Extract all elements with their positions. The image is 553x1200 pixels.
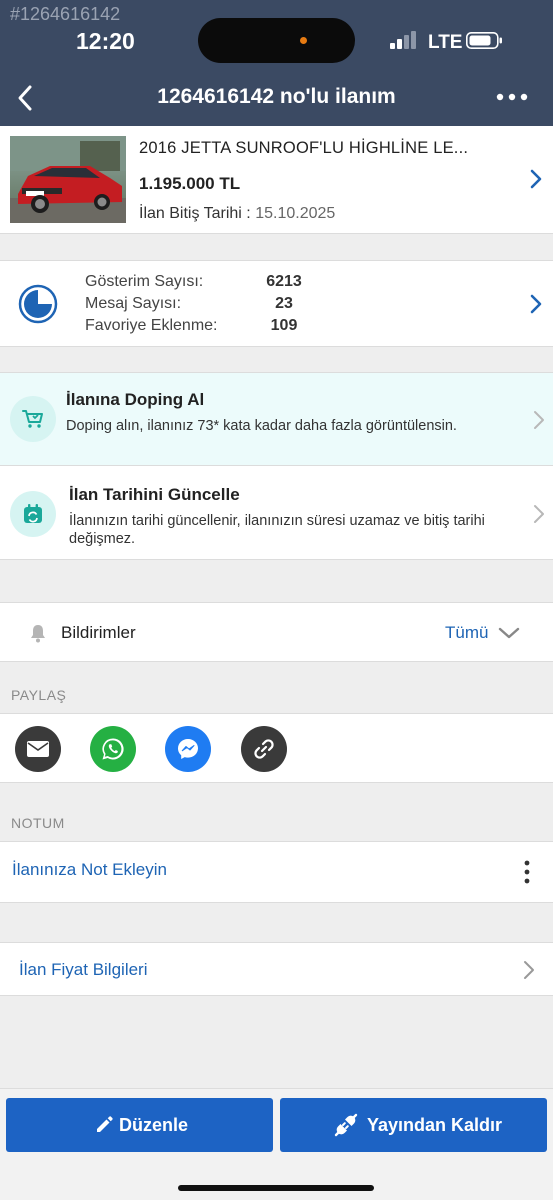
share-section-label: PAYLAŞ [11, 687, 67, 703]
unpublish-button-label: Yayından Kaldır [367, 1115, 503, 1135]
note-section-label: NOTUM [11, 815, 65, 831]
mail-icon [27, 741, 49, 757]
link-icon [254, 739, 274, 759]
share-messenger-button[interactable] [165, 726, 211, 772]
indicator-dot [300, 37, 307, 44]
edit-button-label: Düzenle [119, 1115, 189, 1135]
bottom-action-bar: Düzenle Yayından Kaldır [0, 1088, 553, 1200]
stat-label-messages: Mesaj Sayısı: [85, 295, 182, 312]
notifications-filter-value[interactable]: Tümü [445, 623, 488, 643]
chevron-right-icon[interactable] [532, 503, 546, 525]
shopping-cart-icon [22, 410, 43, 428]
bell-icon [31, 625, 45, 643]
end-date-value: 15.10.2025 [255, 205, 336, 222]
share-row [0, 713, 553, 783]
unplug-icon [334, 1113, 358, 1137]
listing-photo [10, 136, 126, 223]
listing-end-date: İlan Bitiş Tarihi : 15.10.2025 [139, 205, 335, 223]
stat-value-views: 6213 [266, 273, 302, 290]
listing-id-watermark: #1264616142 [10, 4, 121, 24]
price-info-row[interactable]: İlan Fiyat Bilgileri [0, 942, 553, 996]
listing-title: 2016 JETTA SUNROOF'LU HİGHLİNE LE... [139, 139, 469, 157]
listing-price: 1.195.000 TL [139, 174, 241, 193]
edit-button[interactable]: Düzenle [6, 1098, 273, 1152]
app-header: #1264616142 12:20 LTE 1264616142 no'lu i… [0, 0, 553, 126]
battery-icon [466, 32, 502, 49]
update-date-card[interactable]: İlan Tarihini Güncelle İlanınızın tarihi… [0, 465, 553, 560]
doping-description: Doping alın, ilanınız 73* kata kadar dah… [66, 418, 457, 434]
chevron-right-icon[interactable] [529, 168, 543, 190]
more-vertical-icon[interactable] [524, 860, 530, 884]
note-row[interactable]: İlanınıza Not Ekleyin [0, 841, 553, 903]
dynamic-island [198, 18, 355, 63]
doping-card[interactable]: İlanına Doping Al Doping alın, ilanınız … [0, 372, 553, 465]
pencil-icon [97, 1116, 113, 1132]
notifications-row[interactable]: Bildirimler Tümü [0, 602, 553, 662]
doping-icon-circle [10, 396, 56, 442]
update-date-title: İlan Tarihini Güncelle [69, 485, 240, 504]
notifications-label: Bildirimler [61, 623, 136, 642]
update-icon-circle [10, 491, 56, 537]
listing-summary-card[interactable]: 2016 JETTA SUNROOF'LU HİGHLİNE LE... 1.1… [0, 126, 553, 234]
chevron-right-icon[interactable] [522, 959, 536, 981]
chevron-right-icon[interactable] [529, 293, 543, 315]
stat-value-messages: 23 [275, 295, 293, 312]
calendar-refresh-icon [24, 504, 42, 523]
signal-icon [390, 31, 418, 49]
share-mail-button[interactable] [15, 726, 61, 772]
unpublish-button[interactable]: Yayından Kaldır [280, 1098, 547, 1152]
home-indicator [178, 1185, 374, 1191]
update-date-description: İlanınızın tarihi güncellenir, ilanınızı… [69, 513, 485, 547]
end-date-label: İlan Bitiş Tarihi : [139, 205, 251, 222]
listing-stats-card[interactable]: Gösterim Sayısı: Mesaj Sayısı: Favoriye … [0, 260, 553, 347]
add-note-link[interactable]: İlanınıza Not Ekleyin [12, 860, 167, 880]
page-title: 1264616142 no'lu ilanım [157, 85, 396, 108]
chevron-right-icon[interactable] [532, 409, 546, 431]
chevron-down-icon[interactable] [498, 626, 520, 640]
whatsapp-icon [102, 738, 124, 760]
share-whatsapp-button[interactable] [90, 726, 136, 772]
pie-chart-icon [18, 284, 58, 324]
doping-title: İlanına Doping Al [66, 390, 205, 409]
stat-label-views: Gösterim Sayısı: [85, 273, 204, 290]
share-link-button[interactable] [241, 726, 287, 772]
messenger-icon [178, 739, 198, 759]
more-horizontal-icon[interactable] [496, 92, 528, 102]
stat-value-favorites: 109 [270, 317, 298, 334]
status-time: 12:20 [76, 28, 135, 54]
price-info-label: İlan Fiyat Bilgileri [19, 960, 148, 979]
stat-label-favorites: Favoriye Eklenme: [85, 317, 218, 334]
network-label: LTE [428, 32, 463, 53]
